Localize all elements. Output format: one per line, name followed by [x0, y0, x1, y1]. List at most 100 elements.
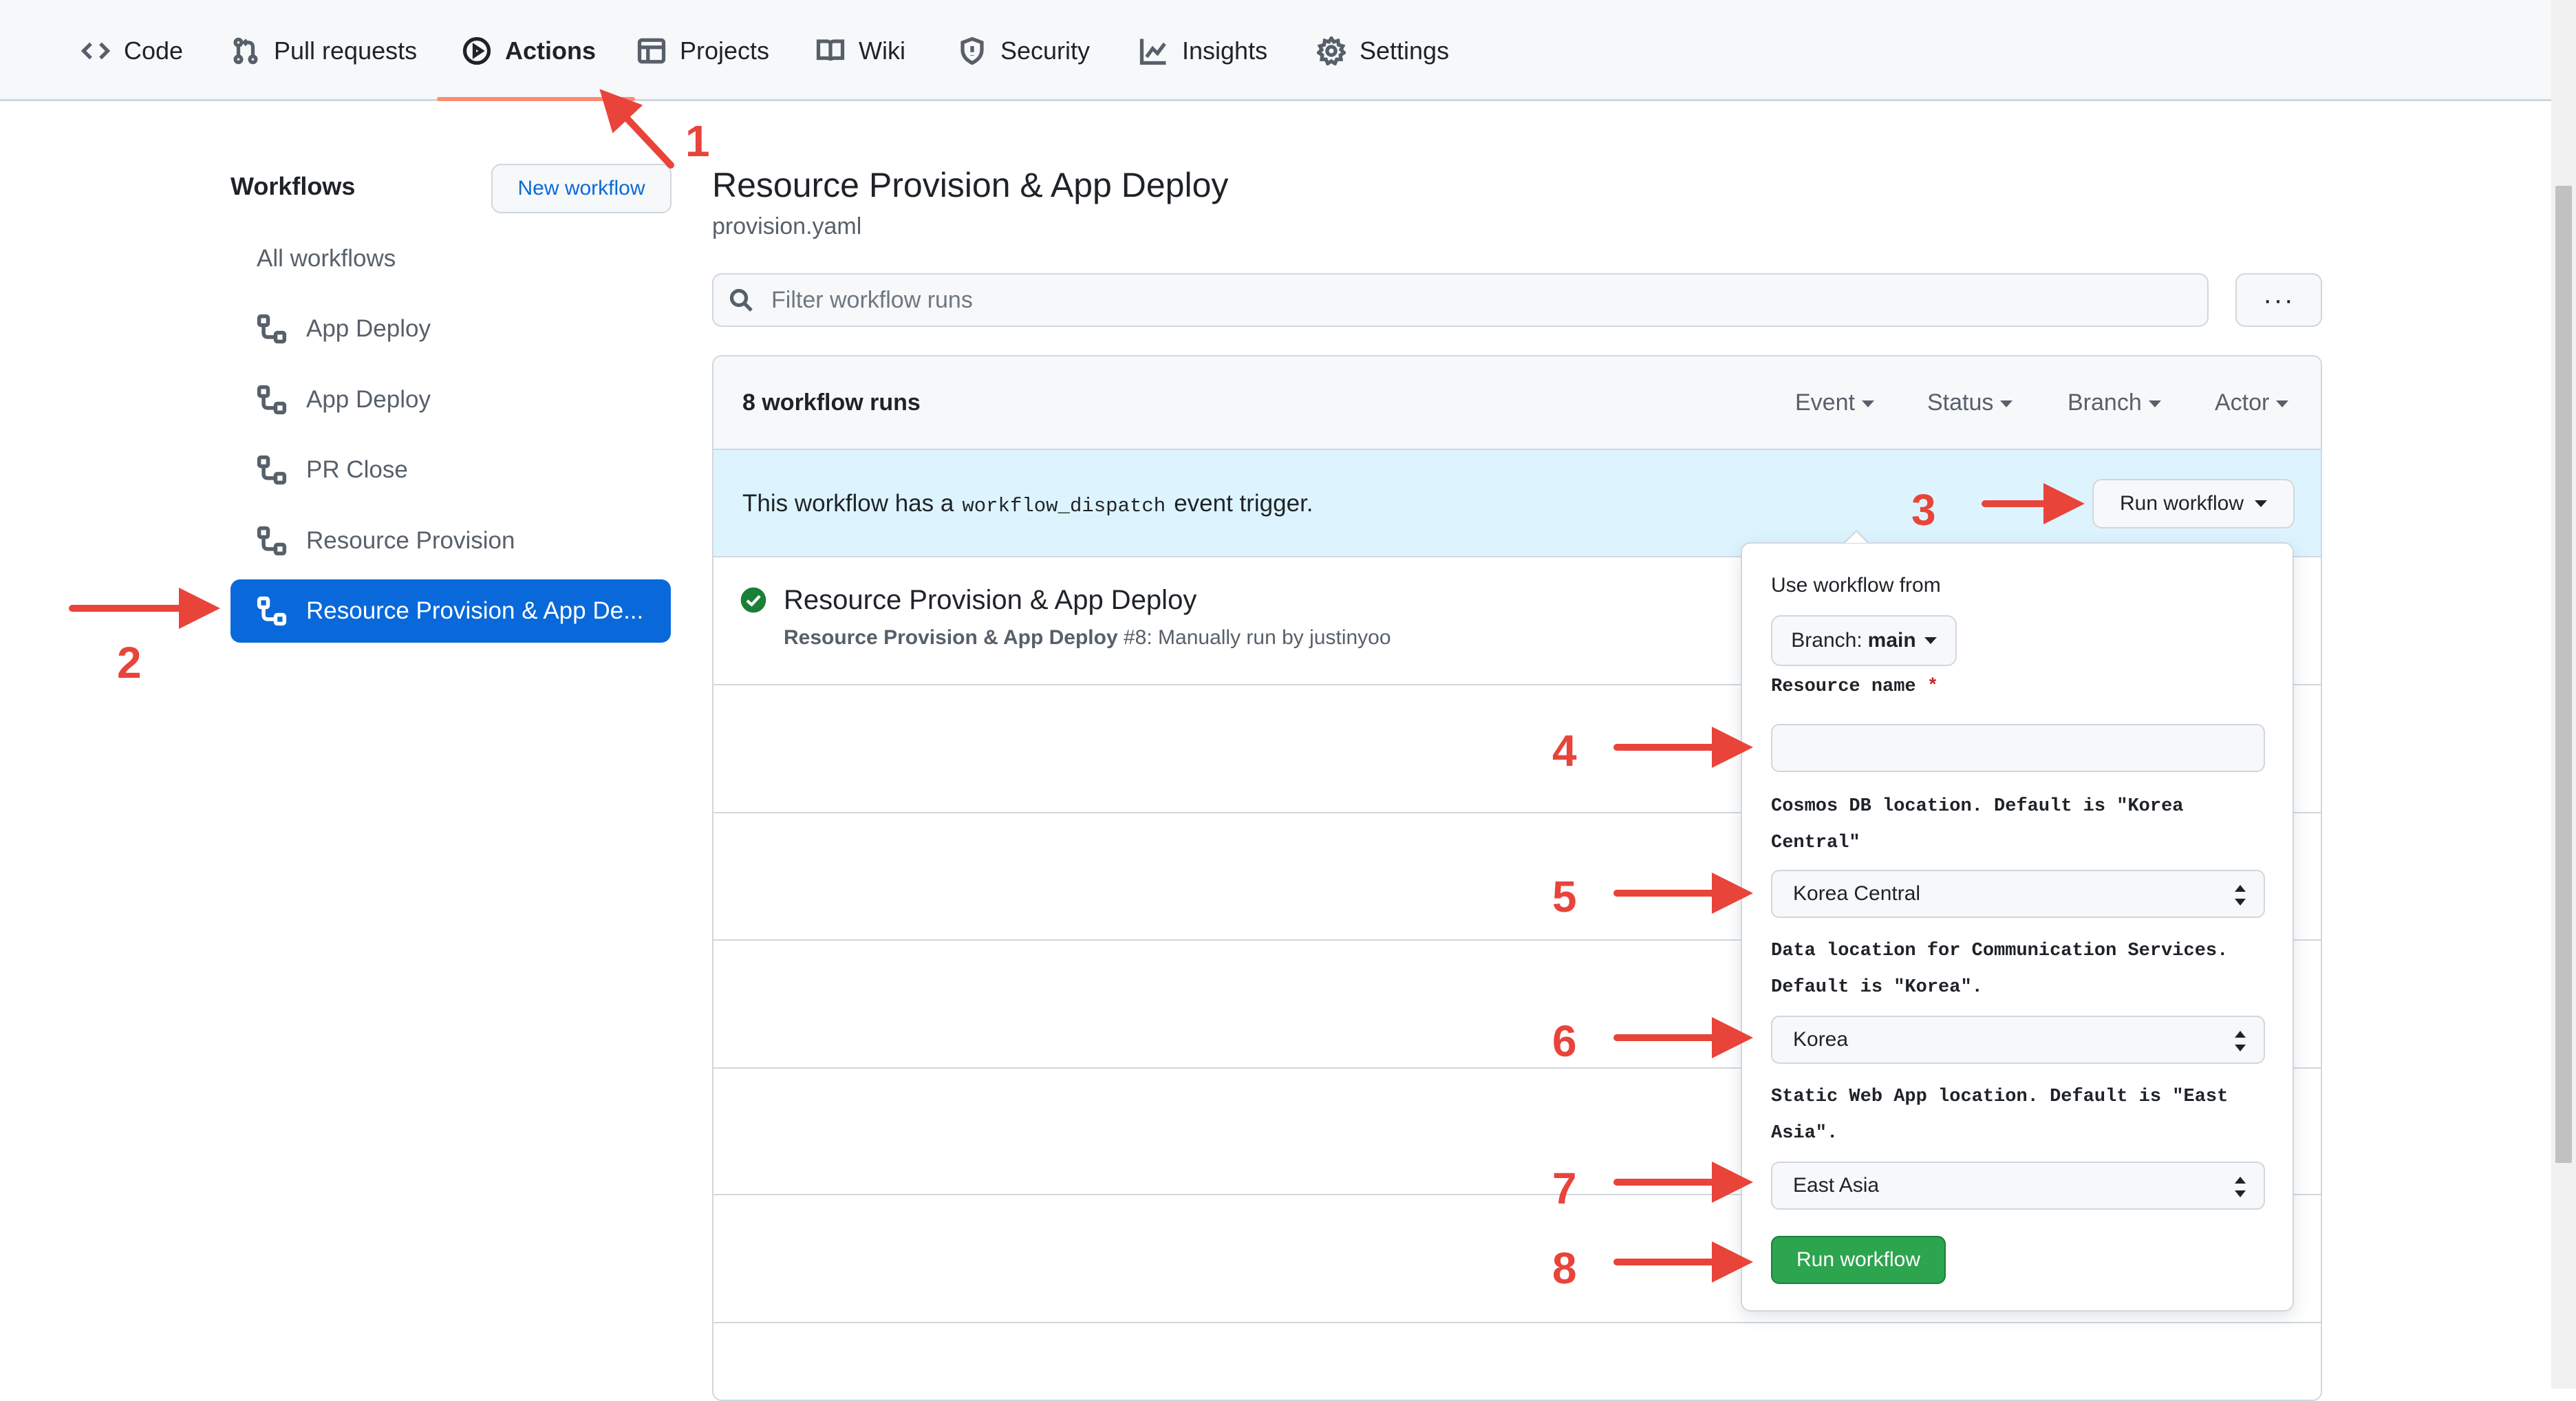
workflow-icon — [257, 455, 287, 485]
select-arrows-icon — [2235, 1031, 2246, 1051]
tab-code[interactable]: Code — [80, 0, 184, 101]
sidebar-item-label: PR Close — [306, 456, 408, 483]
run-workflow-dropdown-button[interactable]: Run workflow — [2092, 479, 2295, 528]
run-meta: Resource Provision & App Deploy #8: Manu… — [784, 626, 1391, 650]
filter-label: Branch — [2068, 389, 2142, 416]
resource-name-input[interactable] — [1771, 724, 2265, 772]
search-icon — [729, 288, 753, 312]
annotation-arrow-1 — [599, 89, 674, 169]
filter-label: Status — [1927, 389, 1994, 416]
tab-projects-label: Projects — [680, 36, 770, 65]
static-web-app-location-select[interactable]: East Asia — [1771, 1162, 2265, 1210]
tab-pull-requests-label: Pull requests — [274, 36, 418, 65]
run-workflow-submit-button[interactable]: Run workflow — [1771, 1236, 1946, 1284]
filter-event-dropdown[interactable]: Event — [1795, 389, 1874, 416]
scrollbar[interactable] — [2551, 0, 2576, 1389]
resource-name-label-text: Resource name — [1771, 676, 1916, 697]
tab-settings-label: Settings — [1360, 36, 1450, 65]
sidebar-item-label: App Deploy — [306, 386, 431, 413]
graph-icon — [1139, 36, 1168, 65]
workflow-filename: provision.yaml — [712, 213, 862, 239]
tab-insights-label: Insights — [1182, 36, 1268, 65]
workflow-icon — [257, 314, 287, 344]
workflow-icon — [257, 385, 287, 415]
static-web-app-location-label: Static Web App location. Default is "Eas… — [1771, 1087, 2229, 1144]
run-workflow-label: Run workflow — [2119, 492, 2244, 515]
check-circle-icon — [740, 587, 766, 613]
page-title: Resource Provision & App Deploy — [712, 166, 1229, 204]
branch-select-button[interactable]: Branch: main — [1771, 615, 1957, 666]
resource-name-label: Resource name * — [1771, 669, 2266, 705]
shield-icon — [958, 36, 987, 65]
comm-services-location-label: Data location for Communication Services… — [1771, 941, 2229, 998]
select-value: Korea — [1793, 1028, 1849, 1051]
workflow-icon — [257, 526, 287, 556]
sidebar-item-workflow[interactable]: App Deploy — [230, 297, 671, 361]
gear-icon — [1316, 34, 1347, 66]
tab-settings[interactable]: Settings — [1316, 0, 1450, 101]
chevron-down-icon — [1861, 400, 1874, 408]
cosmos-location-select[interactable]: Korea Central — [1771, 870, 2265, 918]
use-workflow-from-label: Use workflow from — [1771, 574, 1941, 597]
scrollbar-thumb[interactable] — [2555, 186, 2572, 1163]
sidebar-item-label: All workflows — [257, 245, 396, 272]
annotation-number-7: 7 — [1552, 1164, 1577, 1213]
more-options-button[interactable]: ··· — [2235, 273, 2322, 327]
chevron-down-icon — [2255, 500, 2268, 507]
chevron-down-icon — [2000, 400, 2013, 408]
tab-code-label: Code — [124, 36, 184, 65]
sidebar-item-label: Resource Provision — [306, 527, 515, 554]
filter-actor-dropdown[interactable]: Actor — [2215, 389, 2289, 416]
run-title[interactable]: Resource Provision & App Deploy — [784, 585, 1196, 616]
comm-services-location-select[interactable]: Korea — [1771, 1016, 2265, 1064]
filter-label: Actor — [2215, 389, 2270, 416]
sidebar-item-label: App Deploy — [306, 315, 431, 342]
workflow-icon — [257, 596, 287, 626]
branch-value: main — [1867, 629, 1916, 652]
sidebar-item-workflow[interactable]: PR Close — [230, 438, 671, 502]
run-workflow-name: Resource Provision & App Deploy — [784, 626, 1118, 649]
required-mark: * — [1926, 676, 1939, 697]
play-icon — [462, 36, 491, 65]
workflow-dispatch-banner: This workflow has a workflow_dispatch even… — [713, 450, 2321, 557]
select-arrows-icon — [2235, 1177, 2246, 1197]
tab-wiki-label: Wiki — [859, 36, 905, 65]
dispatch-text-before: This workflow has a — [742, 490, 954, 517]
table-icon — [637, 36, 666, 65]
kebab-icon: ··· — [2263, 284, 2295, 315]
chevron-down-icon — [2276, 400, 2289, 408]
sidebar-item-label: Resource Provision & App De... — [306, 597, 644, 624]
chevron-down-icon — [2148, 400, 2161, 408]
tab-insights[interactable]: Insights — [1139, 0, 1267, 101]
sidebar-item-workflow-selected[interactable]: Resource Provision & App De... — [230, 579, 671, 643]
filter-branch-dropdown[interactable]: Branch — [2068, 389, 2161, 416]
filter-label: Event — [1795, 389, 1855, 416]
tab-actions[interactable]: Actions — [462, 0, 596, 101]
annotation-number-5: 5 — [1552, 872, 1577, 921]
sidebar-item-all-workflows[interactable]: All workflows — [230, 227, 671, 290]
select-value: Korea Central — [1793, 882, 1921, 905]
git-pull-request-icon — [231, 36, 260, 65]
tab-actions-label: Actions — [505, 36, 597, 65]
new-workflow-button[interactable]: New workflow — [491, 164, 672, 213]
filter-input[interactable] — [770, 286, 2149, 314]
run-workflow-panel: Use workflow from Branch: main Resource n… — [1741, 542, 2294, 1312]
sidebar-item-workflow[interactable]: App Deploy — [230, 368, 671, 431]
select-arrows-icon — [2235, 885, 2246, 906]
sidebar-item-workflow[interactable]: Resource Provision — [230, 509, 671, 573]
filter-status-dropdown[interactable]: Status — [1927, 389, 2013, 416]
dispatch-event-code: workflow_dispatch — [962, 495, 1166, 517]
chevron-down-icon — [1924, 637, 1937, 644]
tab-security[interactable]: Security — [958, 0, 1090, 101]
annotation-number-8: 8 — [1552, 1243, 1577, 1293]
filter-workflow-runs[interactable] — [712, 273, 2209, 327]
select-value: East Asia — [1793, 1174, 1880, 1197]
runs-count: 8 workflow runs — [742, 389, 921, 416]
tab-wiki[interactable]: Wiki — [816, 0, 905, 101]
runs-header: 8 workflow runs Event Status Branch Acto… — [713, 356, 2321, 450]
tab-projects[interactable]: Projects — [637, 0, 769, 101]
tab-pull-requests[interactable]: Pull requests — [231, 0, 417, 101]
book-icon — [816, 36, 845, 65]
panel-pointer-fill — [1845, 532, 1867, 543]
code-icon — [80, 36, 111, 65]
